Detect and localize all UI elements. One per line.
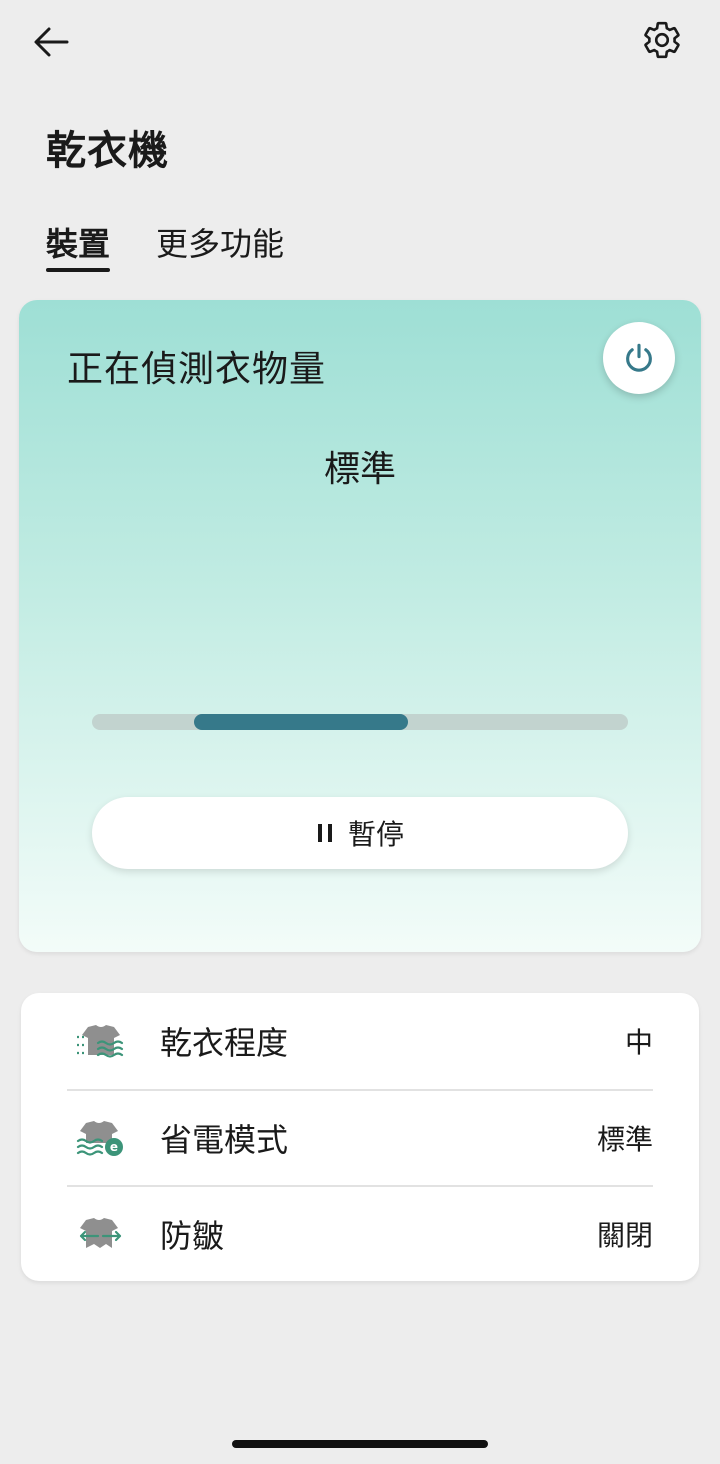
setting-label: 乾衣程度 (160, 1024, 289, 1062)
status-message: 正在偵測衣物量 (67, 349, 327, 390)
top-bar (0, 0, 720, 90)
anti-wrinkle-icon (73, 1214, 129, 1254)
drying-level-icon (73, 1021, 129, 1061)
home-indicator[interactable] (232, 1440, 488, 1448)
course-label: 標準 (323, 449, 396, 490)
setting-label: 防皺 (160, 1217, 225, 1255)
svg-text:e: e (110, 1140, 118, 1154)
tab-more-features[interactable]: 更多功能 (156, 222, 284, 272)
setting-label: 省電模式 (160, 1121, 289, 1159)
eco-mode-icon: e (73, 1118, 129, 1158)
tab-device[interactable]: 裝置 (46, 222, 111, 272)
pause-button[interactable]: 暫停 (92, 797, 628, 869)
tab-bar: 裝置 更多功能 (46, 222, 284, 278)
settings-button[interactable] (638, 16, 686, 64)
setting-value: 關閉 (596, 1219, 653, 1252)
pause-label: 暫停 (347, 818, 404, 851)
settings-card: 乾衣程度 中 e 省電模式 標準 防皺 關閉 (21, 993, 699, 1281)
page-title: 乾衣機 (46, 128, 169, 174)
pause-icon (317, 824, 332, 842)
gear-icon (644, 21, 680, 59)
power-icon (626, 343, 652, 372)
setting-value: 中 (624, 1026, 653, 1059)
progress-bar-fill (193, 714, 409, 730)
setting-row-drying-level[interactable]: 乾衣程度 中 (67, 993, 653, 1089)
back-arrow-icon (34, 27, 69, 57)
status-card: 正在偵測衣物量 標準 暫停 (19, 300, 701, 952)
back-button[interactable] (28, 22, 74, 62)
setting-value: 標準 (596, 1123, 653, 1156)
setting-row-eco-mode[interactable]: e 省電模式 標準 (67, 1090, 653, 1186)
setting-row-anti-wrinkle[interactable]: 防皺 關閉 (67, 1186, 653, 1282)
power-button[interactable] (603, 322, 675, 394)
progress-bar (92, 714, 628, 730)
